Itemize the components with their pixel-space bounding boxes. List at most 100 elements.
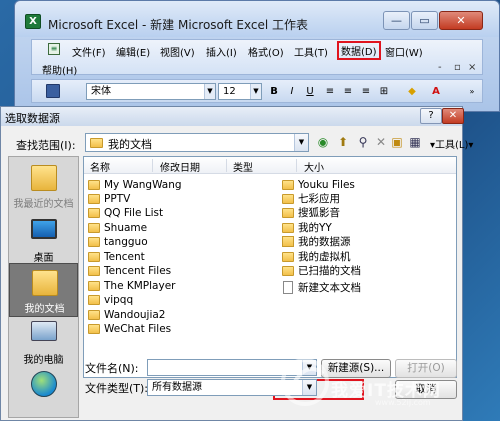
cancel-button[interactable]: 取消 <box>395 380 457 399</box>
list-item[interactable]: Shuame <box>88 221 147 235</box>
folder-icon <box>90 138 103 148</box>
font-size-select[interactable]: 12 ▼ <box>218 83 262 100</box>
folder-icon <box>88 194 100 204</box>
bold-button[interactable]: B <box>266 83 282 100</box>
place-recent[interactable]: 我最近的文档 <box>9 159 78 213</box>
list-item[interactable]: Tencent Files <box>88 264 171 278</box>
excel-window: X Microsoft Excel - 新建 Microsoft Excel 工… <box>14 0 500 112</box>
menu-data[interactable]: 数据(D) <box>337 41 381 60</box>
list-item[interactable]: The KMPlayer <box>88 279 176 293</box>
look-in-value: 我的文档 <box>108 138 152 151</box>
column-size[interactable]: 大小 <box>304 159 324 174</box>
folder-icon <box>282 208 294 218</box>
list-item[interactable]: WeChat Files <box>88 322 171 336</box>
close-button[interactable]: ✕ <box>439 11 483 30</box>
data-source-folder-icon <box>282 236 294 247</box>
list-item[interactable]: Tencent <box>88 250 145 264</box>
font-color-icon[interactable]: A <box>428 83 444 100</box>
menu-tools[interactable]: 工具(T) <box>294 44 328 59</box>
column-modified[interactable]: 修改日期 <box>160 159 200 174</box>
menu-file[interactable]: 文件(F) <box>72 44 106 59</box>
dialog-close-icon[interactable]: ✕ <box>442 108 464 124</box>
column-type[interactable]: 类型 <box>233 159 253 174</box>
file-type-value: 所有数据源 <box>152 382 202 393</box>
italic-button[interactable]: I <box>284 83 300 100</box>
fill-color-icon[interactable]: ◆ <box>404 83 420 100</box>
up-folder-icon[interactable]: ⬆ <box>335 134 351 150</box>
merge-cells-icon[interactable]: ⊞ <box>376 83 392 100</box>
file-name-input[interactable]: ▼ <box>147 359 317 376</box>
place-network[interactable] <box>9 365 78 419</box>
recent-documents-icon <box>31 165 57 191</box>
list-item[interactable]: vipqq <box>88 293 133 307</box>
folder-icon <box>88 208 100 218</box>
tools-menu[interactable]: ▾工具(L)▾ <box>430 136 473 151</box>
place-my-computer[interactable]: 我的电脑 <box>9 315 78 369</box>
menu-help[interactable]: 帮助(H) <box>42 62 77 77</box>
menu-restore-icon[interactable]: ▫ <box>454 62 461 73</box>
menu-window[interactable]: 窗口(W) <box>385 44 423 59</box>
look-in-label: 查找范围(I): <box>16 139 76 152</box>
align-center-icon[interactable]: ≡ <box>340 83 356 100</box>
list-item[interactable]: 我的YY <box>282 221 332 235</box>
list-item[interactable]: Youku Files <box>282 178 355 192</box>
look-in-select[interactable]: 我的文档 ▼ <box>85 133 309 152</box>
column-divider[interactable] <box>296 159 297 172</box>
list-item[interactable]: 搜狐影音 <box>282 206 340 220</box>
new-folder-icon[interactable]: ▣ <box>389 134 405 150</box>
place-recent-label: 我最近的文档 <box>13 199 74 210</box>
list-item[interactable]: 新建文本文档 <box>282 281 361 295</box>
column-divider[interactable] <box>226 159 227 172</box>
chevron-down-icon: ▼ <box>294 134 308 151</box>
minimize-button[interactable]: — <box>383 11 410 30</box>
align-left-icon[interactable]: ≡ <box>322 83 338 100</box>
menu-insert[interactable]: 插入(I) <box>206 44 237 59</box>
folder-icon <box>282 194 294 204</box>
new-source-button[interactable]: 新建源(S)... <box>321 359 391 378</box>
place-my-documents-label: 我的文档 <box>24 304 65 315</box>
font-name-select[interactable]: 宋体 ▼ <box>86 83 216 100</box>
list-item[interactable]: 七彩应用 <box>282 192 340 206</box>
maximize-button[interactable]: ▭ <box>411 11 438 30</box>
place-my-documents[interactable]: 我的文档 <box>9 263 78 317</box>
menu-edit[interactable]: 编辑(E) <box>116 44 150 59</box>
menu-minimize-icon[interactable]: - <box>438 62 442 73</box>
list-item[interactable]: tangguo <box>88 235 148 249</box>
underline-button[interactable]: U <box>302 83 318 100</box>
font-name-value: 宋体 <box>91 86 111 97</box>
column-divider[interactable] <box>152 159 153 172</box>
folder-icon <box>88 310 100 320</box>
toolbar-options-icon[interactable]: » <box>464 83 480 100</box>
menu-view[interactable]: 视图(V) <box>160 44 195 59</box>
list-item[interactable]: 已扫描的文档 <box>282 264 361 278</box>
search-web-icon[interactable]: ⚲ <box>355 134 371 150</box>
formatting-toolbar: 宋体 ▼ 12 ▼ B I U ≡ ≡ ≡ ⊞ ◆ A » <box>31 79 483 103</box>
column-name[interactable]: 名称 <box>90 159 110 174</box>
align-right-icon[interactable]: ≡ <box>358 83 374 100</box>
list-item[interactable]: 我的数据源 <box>282 235 351 249</box>
views-icon[interactable]: ▦ <box>407 134 423 150</box>
place-desktop[interactable]: 桌面 <box>9 213 78 267</box>
list-item[interactable]: My WangWang <box>88 178 182 192</box>
folder-icon <box>282 252 294 262</box>
help-icon[interactable]: ? <box>420 108 442 124</box>
menu-format[interactable]: 格式(O) <box>248 44 284 59</box>
folder-icon <box>282 223 294 233</box>
file-list[interactable]: 名称 修改日期 类型 大小 My WangWang PPTV QQ File L… <box>83 156 457 378</box>
list-item[interactable]: PPTV <box>88 192 130 206</box>
folder-icon <box>88 281 100 291</box>
save-icon[interactable] <box>46 84 60 98</box>
place-my-computer-label: 我的电脑 <box>23 355 64 366</box>
open-button[interactable]: 打开(O) <box>395 359 457 378</box>
list-item[interactable]: QQ File List <box>88 206 163 220</box>
file-type-select[interactable]: 所有数据源 ▼ <box>147 379 317 396</box>
list-item[interactable]: Wandoujia2 <box>88 308 166 322</box>
back-icon[interactable]: ◉ <box>315 134 331 150</box>
menu-close-icon[interactable]: × <box>468 62 476 73</box>
chevron-down-icon[interactable]: ▼ <box>302 360 316 375</box>
delete-icon[interactable]: ✕ <box>373 134 389 150</box>
workbook-icon[interactable]: ≡ <box>48 43 60 55</box>
folder-icon <box>88 180 100 190</box>
text-document-icon <box>283 281 293 294</box>
list-item[interactable]: 我的虚拟机 <box>282 250 351 264</box>
